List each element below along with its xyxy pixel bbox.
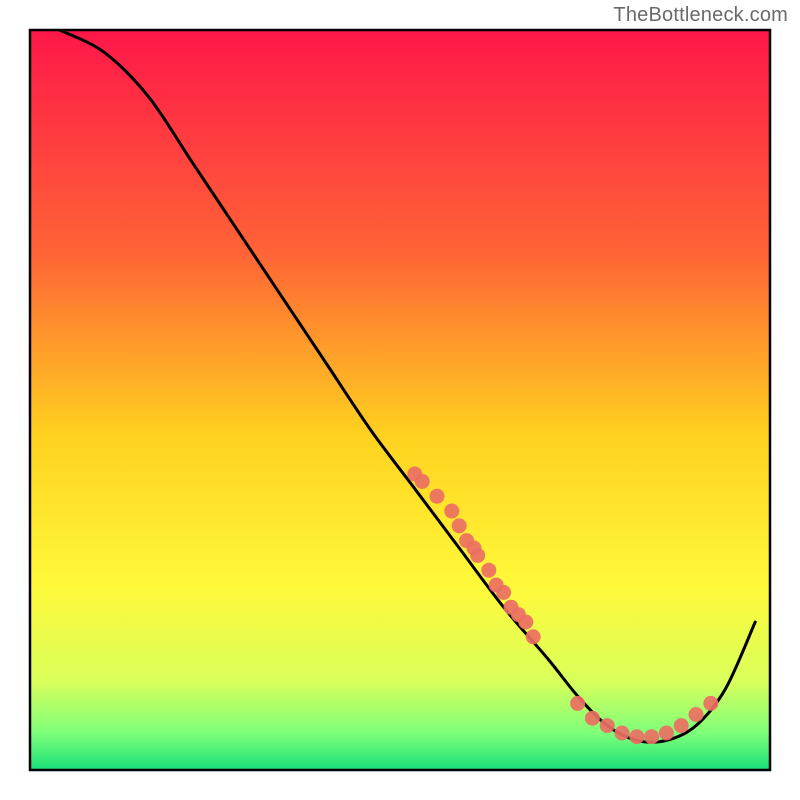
data-point <box>629 729 644 744</box>
data-point <box>444 504 459 519</box>
data-point <box>659 726 674 741</box>
data-point <box>518 615 533 630</box>
data-point <box>470 548 485 563</box>
data-point <box>415 474 430 489</box>
data-point <box>615 726 630 741</box>
data-point <box>496 585 511 600</box>
data-point <box>689 707 704 722</box>
watermark-text: TheBottleneck.com <box>613 4 788 27</box>
data-point <box>430 489 445 504</box>
data-point <box>674 718 689 733</box>
data-point <box>703 696 718 711</box>
chart-svg <box>0 0 800 800</box>
data-point <box>600 718 615 733</box>
chart-background-gradient <box>30 30 770 770</box>
data-point <box>481 563 496 578</box>
data-point <box>644 729 659 744</box>
data-point <box>585 711 600 726</box>
data-point <box>526 629 541 644</box>
data-point <box>570 696 585 711</box>
data-point <box>452 518 467 533</box>
chart-container: TheBottleneck.com <box>0 0 800 800</box>
